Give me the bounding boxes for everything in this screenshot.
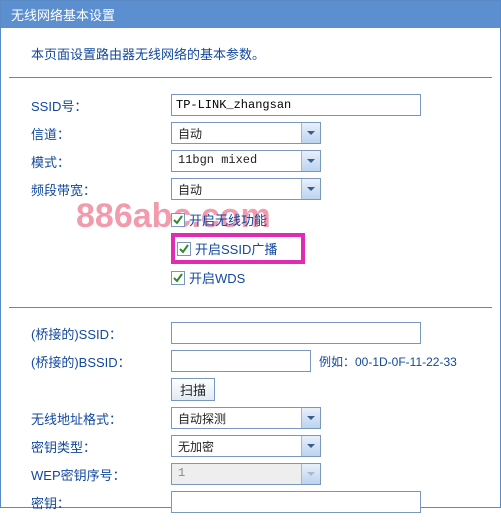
intro-text: 本页面设置路由器无线网络的基本参数。	[1, 28, 500, 77]
row-key: 密钥：	[31, 491, 490, 513]
bandwidth-value: 自动	[172, 179, 301, 199]
label-key: 密钥：	[31, 493, 171, 512]
wireless-settings-panel: 无线网络基本设置 本页面设置路由器无线网络的基本参数。 886abc.com S…	[0, 0, 501, 508]
row-addr-format: 无线地址格式： 自动探测	[31, 407, 490, 429]
row-bridged-ssid: (桥接的)SSID：	[31, 322, 490, 344]
addr-format-value: 自动探测	[172, 408, 301, 428]
label-ssid: SSID号：	[31, 96, 171, 115]
row-scan: 扫描	[31, 378, 490, 401]
row-bridged-bssid: (桥接的)BSSID： 例如：00-1D-0F-11-22-33	[31, 350, 490, 372]
label-mode: 模式：	[31, 152, 171, 171]
check-label: 开启SSID广播	[195, 239, 277, 258]
check-enable-wds[interactable]: 开启WDS	[171, 268, 490, 287]
form-area-2: (桥接的)SSID： (桥接的)BSSID： 例如：00-1D-0F-11-22…	[1, 308, 500, 529]
chevron-down-icon	[301, 464, 320, 484]
label-bridged-ssid: (桥接的)SSID：	[31, 324, 171, 343]
row-ssid: SSID号：	[31, 94, 490, 116]
chevron-down-icon	[301, 436, 320, 456]
channel-value: 自动	[172, 123, 301, 143]
mode-select[interactable]: 11bgn mixed	[171, 150, 321, 172]
key-type-select[interactable]: 无加密	[171, 435, 321, 457]
checkbox-icon	[171, 271, 185, 285]
label-bandwidth: 频段带宽：	[31, 180, 171, 199]
checkbox-icon	[171, 213, 185, 227]
row-wep-index: WEP密钥序号： 1	[31, 463, 490, 485]
chevron-down-icon	[301, 123, 320, 143]
label-addr-format: 无线地址格式：	[31, 409, 171, 428]
label-channel: 信道：	[31, 124, 171, 143]
mode-value: 11bgn mixed	[172, 151, 301, 171]
form-area: SSID号： 信道： 自动 模式： 11bgn mixed	[1, 78, 500, 307]
channel-select[interactable]: 自动	[171, 122, 321, 144]
highlight-ssid-broadcast: 开启SSID广播	[171, 233, 305, 264]
row-checks: 开启无线功能 开启SSID广播 开启WDS	[31, 206, 490, 291]
row-key-type: 密钥类型： 无加密	[31, 435, 490, 457]
wep-index-value: 1	[172, 464, 301, 484]
check-label: 开启WDS	[189, 268, 245, 287]
key-type-value: 无加密	[172, 436, 301, 456]
label-wep-index: WEP密钥序号：	[31, 465, 171, 484]
label-key-type: 密钥类型：	[31, 437, 171, 456]
panel-title-text: 无线网络基本设置	[11, 8, 115, 23]
check-enable-ssid-broadcast[interactable]: 开启SSID广播	[177, 239, 277, 258]
wep-index-select: 1	[171, 463, 321, 485]
panel-title: 无线网络基本设置	[1, 1, 500, 28]
chevron-down-icon	[301, 408, 320, 428]
row-channel: 信道： 自动	[31, 122, 490, 144]
checkbox-icon	[177, 242, 191, 256]
bridged-ssid-input[interactable]	[171, 322, 421, 344]
check-enable-wireless[interactable]: 开启无线功能	[171, 210, 490, 229]
key-input[interactable]	[171, 491, 421, 513]
bandwidth-select[interactable]: 自动	[171, 178, 321, 200]
row-mode: 模式： 11bgn mixed	[31, 150, 490, 172]
addr-format-select[interactable]: 自动探测	[171, 407, 321, 429]
check-label: 开启无线功能	[189, 210, 267, 229]
scan-button[interactable]: 扫描	[171, 378, 215, 401]
chevron-down-icon	[301, 151, 320, 171]
bssid-example: 例如：00-1D-0F-11-22-33	[319, 353, 457, 370]
row-bandwidth: 频段带宽： 自动	[31, 178, 490, 200]
label-bridged-bssid: (桥接的)BSSID：	[31, 352, 171, 371]
chevron-down-icon	[301, 179, 320, 199]
bridged-bssid-input[interactable]	[171, 350, 311, 372]
ssid-input[interactable]	[171, 94, 421, 116]
